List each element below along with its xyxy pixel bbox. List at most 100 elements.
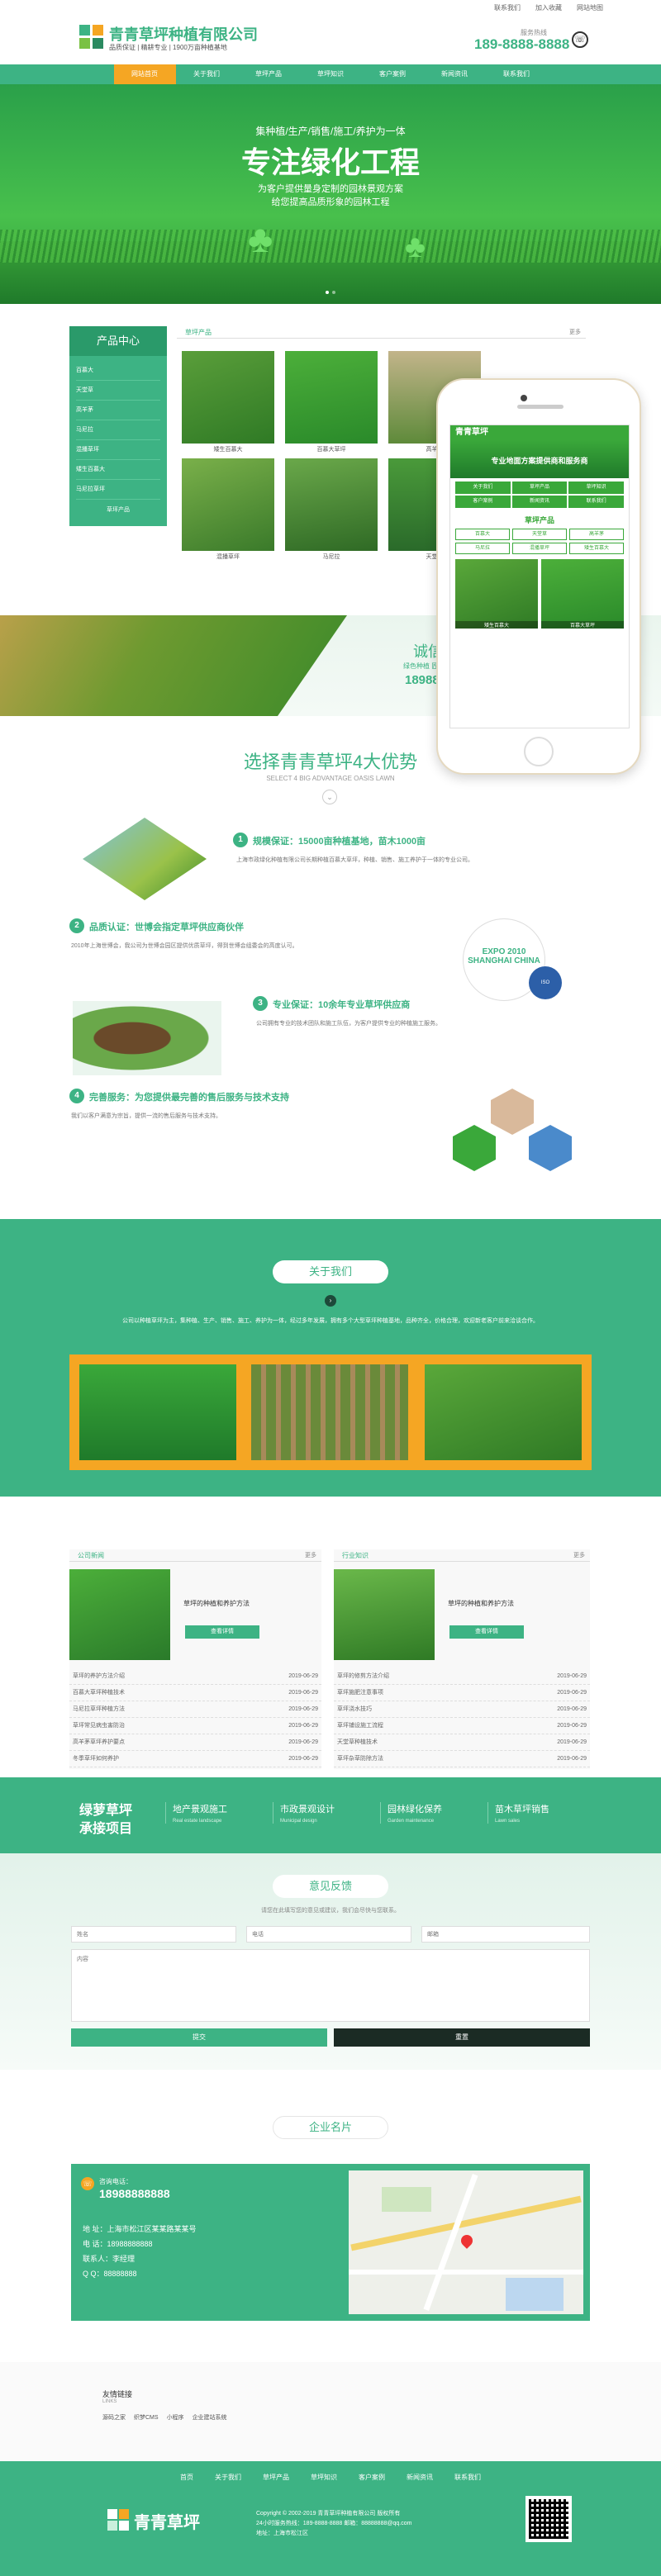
phone-product[interactable]: 马尼拉 — [455, 543, 510, 554]
arrow-right-icon[interactable]: › — [325, 1295, 336, 1307]
product-name[interactable]: 混播草坪 — [182, 553, 274, 561]
phone-product[interactable]: 百慕大 — [455, 529, 510, 540]
news-row[interactable]: 百慕大草坪种植技术 2019-06-29 — [69, 1685, 321, 1701]
product-image[interactable] — [285, 458, 378, 551]
footer-nav-item[interactable]: 客户案例 — [359, 2473, 385, 2482]
phone-product[interactable]: 天堂草 — [512, 529, 567, 540]
news-more[interactable]: 更多 — [305, 1551, 316, 1559]
news-tab[interactable]: 行业知识 — [342, 1551, 369, 1560]
email-input[interactable] — [421, 1926, 590, 1943]
phone-menu-item[interactable]: 联系我们 — [568, 496, 624, 508]
product-sidebar: 产品中心 百慕大 天堂草 高羊茅 马尼拉 混播草坪 矮生百慕大 马尼拉草坪 草坪… — [69, 326, 167, 544]
news-tab[interactable]: 公司新闻 — [78, 1551, 104, 1560]
phone-product[interactable]: 混播草坪 — [512, 543, 567, 554]
services-title1: 绿萝草坪 — [79, 1804, 133, 1818]
service-item[interactable]: 园林绿化保养 Garden maintenance — [380, 1802, 473, 1824]
sidebar-item[interactable]: 马尼拉 — [76, 420, 160, 440]
sidebar-item[interactable]: 矮生百慕大 — [76, 460, 160, 480]
footer-nav-item[interactable]: 关于我们 — [215, 2473, 241, 2482]
name-input[interactable] — [71, 1926, 236, 1943]
products-more[interactable]: 更多 — [569, 328, 581, 336]
sidebar-item[interactable]: 混播草坪 — [76, 440, 160, 460]
sidebar-more[interactable]: 草坪产品 — [76, 500, 160, 521]
phone-menu-item[interactable]: 关于我们 — [455, 482, 511, 494]
news-detail-button[interactable]: 查看详情 — [185, 1625, 259, 1639]
submit-button[interactable]: 提交 — [71, 2028, 327, 2047]
phone-menu-item[interactable]: 客户案例 — [455, 496, 511, 508]
service-item[interactable]: 苗木草坪销售 Lawn sales — [487, 1802, 587, 1824]
product-image[interactable] — [182, 458, 274, 551]
top-link[interactable]: 网站地图 — [577, 3, 603, 12]
product-image[interactable] — [182, 351, 274, 444]
phone-menu-item[interactable]: 新闻资讯 — [511, 496, 568, 508]
iso-badge-icon: ISO — [529, 966, 562, 999]
about-gallery — [69, 1354, 592, 1470]
sidebar-item[interactable]: 马尼拉草坪 — [76, 480, 160, 500]
product-name[interactable]: 矮生百慕大 — [182, 445, 274, 453]
nav-contact[interactable]: 联系我们 — [486, 64, 548, 84]
news-row[interactable]: 草坪杂草防除方法 2019-06-29 — [334, 1751, 590, 1767]
news-image[interactable] — [69, 1569, 170, 1660]
nav-home[interactable]: 网站首页 — [113, 64, 176, 84]
friend-link[interactable]: 织梦CMS — [134, 2413, 159, 2422]
about-photo[interactable] — [425, 1364, 582, 1460]
news-row[interactable]: 草坪浇水技巧 2019-06-29 — [334, 1701, 590, 1718]
phone-product[interactable]: 矮生百慕大 — [569, 543, 624, 554]
reset-button[interactable]: 重置 — [334, 2028, 590, 2047]
news-row[interactable]: 马尼拉草坪种植方法 2019-06-29 — [69, 1701, 321, 1718]
sidebar-item[interactable]: 高羊茅 — [76, 401, 160, 420]
logo-icon[interactable] — [79, 25, 104, 50]
top-link[interactable]: 加入收藏 — [535, 3, 562, 12]
news-image[interactable] — [334, 1569, 435, 1660]
chevron-down-icon[interactable]: ⌄ — [322, 790, 337, 804]
friend-link[interactable]: 源码之家 — [102, 2413, 126, 2422]
map[interactable] — [349, 2170, 583, 2314]
news-detail-button[interactable]: 查看详情 — [449, 1625, 524, 1639]
nav-news[interactable]: 新闻资讯 — [424, 64, 486, 84]
news-row[interactable]: 天堂草种植技术 2019-06-29 — [334, 1734, 590, 1751]
phone-photo[interactable]: 百慕大草坪 — [541, 559, 624, 629]
news-headline[interactable]: 草坪的种植和养护方法 — [183, 1599, 250, 1608]
service-item[interactable]: 市政景观设计 Municipal design — [273, 1802, 365, 1824]
friend-link[interactable]: 小程序 — [167, 2413, 184, 2422]
news-row[interactable]: 草坪的修剪方法介绍 2019-06-29 — [334, 1668, 590, 1685]
links-sub: LINKS — [102, 2399, 117, 2404]
phone-photo[interactable]: 矮生百慕大 — [455, 559, 538, 629]
product-name[interactable]: 马尼拉 — [285, 553, 378, 561]
phone-menu-item[interactable]: 草坪知识 — [568, 482, 624, 494]
footer-nav-item[interactable]: 新闻资讯 — [407, 2473, 433, 2482]
news-row[interactable]: 草坪的养护方法介绍 2019-06-29 — [69, 1668, 321, 1685]
service-item[interactable]: 地产景观施工 Real estate landscape — [165, 1802, 258, 1824]
nav-knowledge[interactable]: 草坪知识 — [300, 64, 362, 84]
news-row[interactable]: 草坪铺设施工流程 2019-06-29 — [334, 1718, 590, 1734]
footer-nav-item[interactable]: 草坪知识 — [311, 2473, 337, 2482]
phone-menu-item[interactable]: 草坪产品 — [511, 482, 568, 494]
content-textarea[interactable] — [71, 1949, 590, 2022]
nav-cases[interactable]: 客户案例 — [362, 64, 424, 84]
about-photo[interactable] — [251, 1364, 408, 1460]
news-more[interactable]: 更多 — [573, 1551, 585, 1559]
footer-nav-item[interactable]: 首页 — [180, 2473, 193, 2482]
footer-nav-item[interactable]: 联系我们 — [454, 2473, 481, 2482]
friend-link[interactable]: 企业建站系统 — [193, 2413, 227, 2422]
slider-dots[interactable] — [326, 291, 335, 294]
sidebar-item[interactable]: 天堂草 — [76, 381, 160, 401]
news-row[interactable]: 冬季草坪如何养护 2019-06-29 — [69, 1751, 321, 1767]
phone-icon: ☏ — [81, 2177, 94, 2190]
news-headline[interactable]: 草坪的种植和养护方法 — [448, 1599, 514, 1608]
news-row[interactable]: 高羊茅草坪养护要点 2019-06-29 — [69, 1734, 321, 1751]
products-tab[interactable]: 草坪产品 — [185, 328, 212, 337]
links-list: 源码之家 织梦CMS 小程序 企业建站系统 — [102, 2413, 227, 2422]
news-row[interactable]: 草坪施肥注意事项 2019-06-29 — [334, 1685, 590, 1701]
news-row[interactable]: 草坪常见病虫害防治 2019-06-29 — [69, 1718, 321, 1734]
phone-product[interactable]: 高羊茅 — [569, 529, 624, 540]
sidebar-item[interactable]: 百慕大 — [76, 361, 160, 381]
product-image[interactable] — [285, 351, 378, 444]
phone-input[interactable] — [246, 1926, 411, 1943]
nav-products[interactable]: 草坪产品 — [238, 64, 300, 84]
footer-nav-item[interactable]: 草坪产品 — [263, 2473, 289, 2482]
nav-about[interactable]: 关于我们 — [176, 64, 238, 84]
product-name[interactable]: 百慕大草坪 — [285, 445, 378, 453]
top-link[interactable]: 联系我们 — [494, 3, 521, 12]
about-photo[interactable] — [79, 1364, 236, 1460]
